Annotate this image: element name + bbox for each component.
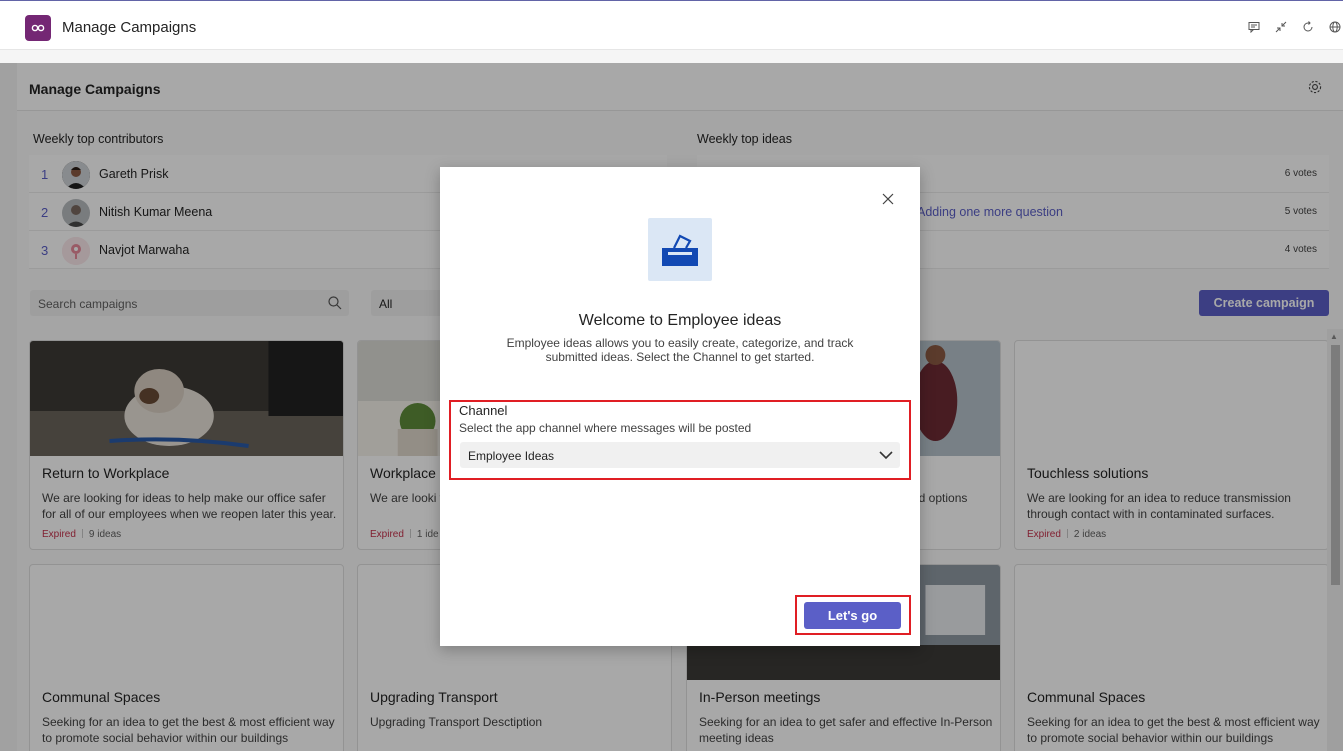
close-button[interactable] xyxy=(880,191,896,207)
chevron-down-icon[interactable] xyxy=(878,447,894,463)
ballot-box-icon xyxy=(648,218,712,281)
app-bar: Manage Campaigns xyxy=(0,0,1343,50)
channel-help-text: Select the app channel where messages wi… xyxy=(459,421,752,435)
close-icon xyxy=(882,193,894,205)
app-logo-icon xyxy=(25,15,51,41)
welcome-dialog: Welcome to Employee ideas Employee ideas… xyxy=(440,167,920,646)
globe-icon[interactable] xyxy=(1327,19,1343,35)
lets-go-button[interactable]: Let's go xyxy=(804,602,901,629)
collapse-icon[interactable] xyxy=(1273,19,1289,35)
refresh-icon[interactable] xyxy=(1300,19,1316,35)
dialog-description: Employee ideas allows you to easily crea… xyxy=(506,336,854,364)
channel-label: Channel xyxy=(459,403,508,418)
channel-field-highlight: Channel Select the app channel where mes… xyxy=(449,400,911,480)
channel-selected-value: Employee Ideas xyxy=(468,449,555,463)
channel-dropdown[interactable]: Employee Ideas xyxy=(460,442,900,468)
submit-button-highlight: Let's go xyxy=(795,595,911,635)
chat-icon[interactable] xyxy=(1246,19,1262,35)
app-title: Manage Campaigns xyxy=(62,19,197,36)
dialog-title: Welcome to Employee ideas xyxy=(578,312,782,329)
